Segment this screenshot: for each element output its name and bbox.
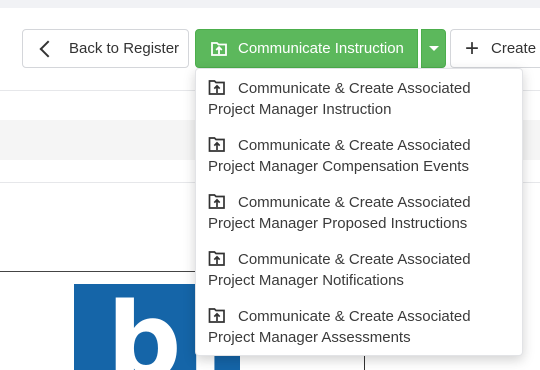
menu-item-line2: Project Manager Compensation Events bbox=[208, 158, 469, 175]
top-band bbox=[0, 0, 540, 8]
communicate-button-label: Communicate Instruction bbox=[238, 40, 404, 57]
menu-item-line1: Communicate & Create Associated bbox=[238, 194, 471, 211]
menu-item-notifications[interactable]: Communicate & Create Associated Project … bbox=[208, 249, 508, 291]
menu-item-compensation-events[interactable]: Communicate & Create Associated Project … bbox=[208, 135, 508, 177]
menu-item-proposed-instructions[interactable]: Communicate & Create Associated Project … bbox=[208, 192, 508, 234]
communicate-instruction-button[interactable]: Communicate Instruction bbox=[195, 29, 418, 68]
menu-item-line1: Communicate & Create Associated bbox=[238, 251, 471, 268]
upload-box-icon bbox=[208, 194, 225, 209]
upload-box-icon bbox=[208, 308, 225, 323]
menu-item-line2: Project Manager Instruction bbox=[208, 101, 392, 118]
upload-box-icon bbox=[208, 251, 225, 266]
menu-item-line1: Communicate & Create Associated bbox=[238, 137, 471, 154]
create-button[interactable]: + Create bbox=[450, 29, 540, 68]
create-button-label: Create bbox=[491, 40, 537, 57]
menu-item-instruction[interactable]: Communicate & Create Associated Project … bbox=[208, 78, 508, 120]
back-button-label: Back to Register bbox=[69, 40, 180, 57]
upload-box-icon bbox=[208, 80, 225, 95]
back-to-register-button[interactable]: Back to Register bbox=[22, 29, 189, 68]
communicate-dropdown-toggle[interactable] bbox=[421, 29, 446, 68]
menu-item-assessments[interactable]: Communicate & Create Associated Project … bbox=[208, 306, 508, 348]
caret-down-icon bbox=[428, 46, 439, 51]
menu-item-line2: Project Manager Proposed Instructions bbox=[208, 215, 468, 232]
upload-box-icon bbox=[211, 41, 227, 56]
menu-item-line2: Project Manager Assessments bbox=[208, 329, 411, 346]
communicate-dropdown-menu: Communicate & Create Associated Project … bbox=[195, 68, 523, 356]
menu-item-line1: Communicate & Create Associated bbox=[238, 80, 471, 97]
menu-item-line2: Project Manager Notifications bbox=[208, 272, 404, 289]
menu-item-line1: Communicate & Create Associated bbox=[238, 308, 471, 325]
chevron-left-icon bbox=[39, 40, 57, 57]
upload-box-icon bbox=[208, 137, 225, 152]
plus-icon: + bbox=[465, 34, 480, 62]
